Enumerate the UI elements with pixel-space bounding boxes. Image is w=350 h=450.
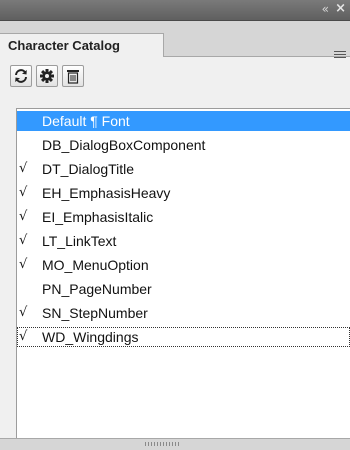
settings-button[interactable] [36, 65, 58, 87]
style-name: EI_EmphasisItalic [42, 209, 154, 225]
list-item[interactable]: √ MO_MenuOption [17, 255, 350, 275]
style-name: MO_MenuOption [42, 257, 149, 273]
character-style-list[interactable]: Default ¶ Font DB_DialogBoxComponent √ D… [16, 108, 350, 438]
list-item[interactable]: √ SN_StepNumber [17, 303, 350, 323]
list-item[interactable]: Default ¶ Font [17, 111, 350, 131]
list-item[interactable]: PN_PageNumber [17, 279, 350, 299]
style-name: DT_DialogTitle [42, 161, 135, 177]
check-icon: √ [19, 209, 28, 224]
tab-label: Character Catalog [8, 38, 120, 53]
check-icon: √ [19, 161, 28, 176]
refresh-icon [15, 69, 27, 83]
tab-bar: Character Catalog [0, 21, 350, 59]
bottom-bar [0, 438, 350, 450]
collapse-panel-icon[interactable]: « [322, 2, 329, 16]
list-item[interactable]: √ EI_EmphasisItalic [17, 207, 350, 227]
tab-character-catalog[interactable]: Character Catalog [0, 33, 164, 57]
style-name: WD_Wingdings [42, 329, 139, 345]
list-item[interactable]: √ EH_EmphasisHeavy [17, 183, 350, 203]
close-icon[interactable]: × [335, 1, 346, 16]
style-name: SN_StepNumber [42, 305, 148, 321]
check-icon: √ [19, 257, 28, 272]
style-name: PN_PageNumber [42, 281, 152, 297]
list-item[interactable]: √ LT_LinkText [17, 231, 350, 251]
panel-menu-icon[interactable] [334, 51, 346, 59]
list-item[interactable]: √ WD_Wingdings [17, 327, 350, 347]
check-icon: √ [19, 329, 28, 344]
list-item[interactable]: √ DT_DialogTitle [17, 159, 350, 179]
list-item[interactable]: DB_DialogBoxComponent [17, 135, 350, 155]
style-name: EH_EmphasisHeavy [42, 185, 171, 201]
check-icon: √ [19, 305, 28, 320]
style-name: DB_DialogBoxComponent [42, 137, 206, 153]
delete-icon [67, 70, 79, 84]
style-name: Default ¶ Font [42, 113, 130, 129]
refresh-button[interactable] [10, 65, 32, 87]
delete-button[interactable] [62, 65, 84, 87]
check-icon: √ [19, 185, 28, 200]
settings-icon [40, 69, 54, 83]
panel-title-bar: « × [0, 0, 350, 21]
style-name: LT_LinkText [42, 233, 117, 249]
resize-grip-icon[interactable] [145, 442, 179, 446]
check-icon: √ [19, 233, 28, 248]
